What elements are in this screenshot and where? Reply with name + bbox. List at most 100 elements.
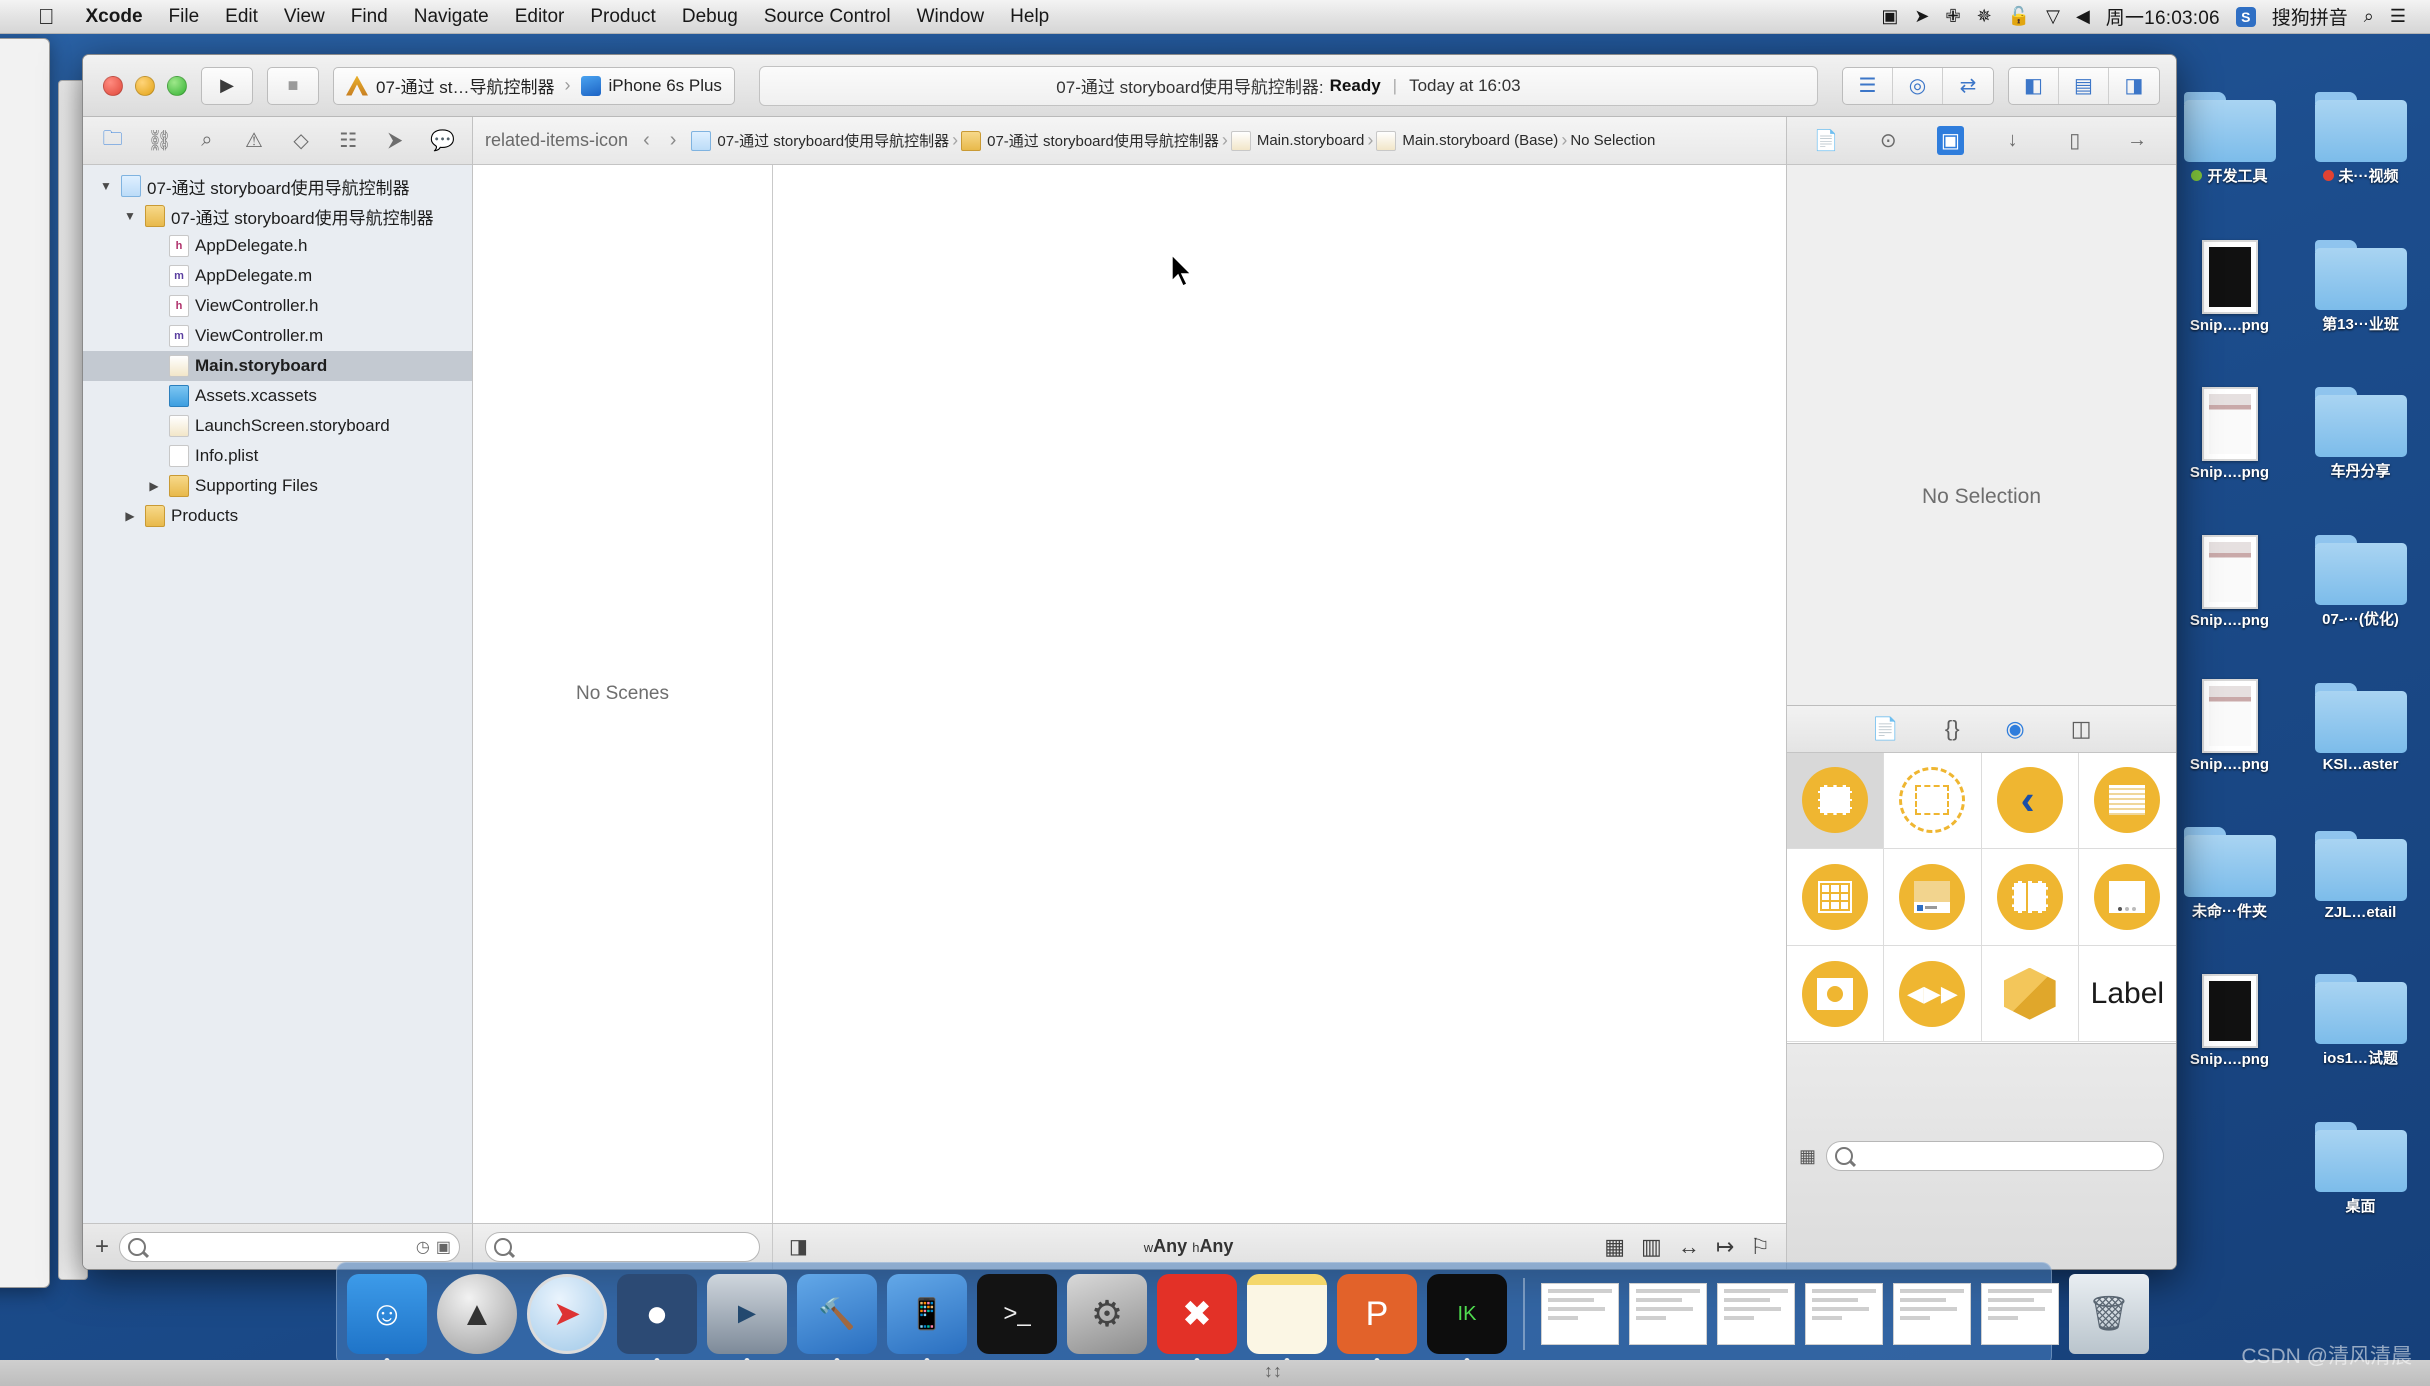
menu-item-xcode[interactable]: Xcode — [73, 6, 156, 28]
auto-layout-embed-icon[interactable]: ▥ — [1641, 1234, 1662, 1260]
activity-status-bar[interactable]: 07-通过 storyboard使用导航控制器: Ready | Today a… — [758, 65, 1818, 106]
auto-layout-align-icon[interactable]: ↔ — [1678, 1234, 1700, 1260]
minimized-window-4[interactable] — [1805, 1283, 1883, 1345]
file-inspector-tab[interactable]: 📄 — [1795, 128, 1857, 153]
menu-bar-clock[interactable]: 周一16:03:06 — [2106, 3, 2220, 30]
navigator-row[interactable]: ▶ Supporting Files — [83, 471, 472, 501]
disclosure-triangle-icon[interactable]: ▼ — [97, 179, 115, 193]
toggle-utilities-button[interactable]: ◨ — [2109, 68, 2159, 104]
window-traffic-lights[interactable] — [99, 75, 187, 96]
breadcrumb-item[interactable]: 07-通过 storyboard使用导航控制器 — [691, 130, 949, 151]
split-view-controller-object[interactable] — [1981, 849, 2079, 946]
minimized-window-3[interactable] — [1717, 1283, 1795, 1345]
airplay-icon[interactable]: ✵ — [1977, 6, 1992, 27]
object-cube[interactable] — [1981, 945, 2079, 1043]
volume-icon[interactable]: ◀ — [2076, 6, 2090, 27]
modified-filter-icon[interactable]: ▣ — [436, 1237, 451, 1257]
quicktime-dock-icon[interactable]: ► — [707, 1274, 787, 1363]
macos-menu-bar[interactable]:  XcodeFileEditViewFindNavigateEditorPro… — [0, 0, 2430, 34]
minimized-window-6[interactable] — [1981, 1283, 2059, 1345]
desktop-icon[interactable]: 07-···(优化) — [2297, 487, 2424, 629]
breadcrumb-item[interactable]: 07-通过 storyboard使用导航控制器 — [961, 130, 1219, 151]
code-snippet-library-tab[interactable]: {} — [1945, 716, 1960, 742]
navigation-controller-object[interactable]: ‹ — [1981, 752, 2079, 850]
minimize-button[interactable] — [135, 75, 155, 96]
minimized-window-2[interactable] — [1629, 1283, 1707, 1345]
breadcrumb[interactable]: 07-通过 storyboard使用导航控制器 › 07-通过 storyboard… — [691, 130, 1655, 151]
desktop-icon[interactable]: 未···视频 — [2297, 44, 2424, 186]
scheme-selector[interactable]: 07-通过 st…导航控制器 › iPhone 6s Plus — [333, 66, 735, 105]
desktop-icon[interactable]: Snip….png — [2166, 635, 2293, 773]
screen-record-icon[interactable]: ▣ — [1881, 6, 1898, 27]
menu-item-source-control[interactable]: Source Control — [751, 6, 904, 28]
navigator-row[interactable]: ▼ 07-通过 storyboard使用导航控制器 — [83, 171, 472, 201]
navigator-row[interactable]: Info.plist — [83, 441, 472, 471]
desktop-icon[interactable]: ZJL…etail — [2297, 779, 2424, 921]
xcode-beta-dock-icon[interactable]: 📱 — [887, 1274, 967, 1363]
storyboard-reference-object[interactable] — [1884, 752, 1982, 850]
show-hide-outline-icon[interactable]: ◨ — [789, 1234, 808, 1259]
symbol-navigator-tab[interactable]: ⌕ — [183, 117, 230, 164]
desktop-icon[interactable] — [2166, 1074, 2293, 1216]
xcode-dock-icon[interactable]: 🔨 — [797, 1274, 877, 1363]
project-navigator-tab[interactable]: 🗀 — [89, 117, 136, 164]
breakpoint-navigator-tab[interactable]: ⮞ — [372, 117, 419, 164]
issue-navigator-tab[interactable]: ⚠ — [230, 117, 277, 164]
attributes-inspector-tab[interactable]: ↓ — [1982, 129, 2044, 152]
disclosure-triangle-icon[interactable]: ▶ — [121, 509, 139, 523]
size-inspector-tab[interactable]: ▯ — [2044, 128, 2106, 153]
spotlight-search-icon[interactable]: ⌕ — [2364, 6, 2374, 27]
menu-bar-status-area[interactable]: ▣ ➤ ✙ ✵ 🔓 ▽ ◀ 周一16:03:06 S 搜狗拼音 ⌕ ☰ — [1881, 3, 2430, 30]
avkit-player-controller-object[interactable]: ◀▶▶ — [1884, 945, 1982, 1043]
breadcrumb-item[interactable]: Main.storyboard (Base) — [1376, 130, 1558, 151]
bluetooth-icon[interactable]: ✙ — [1945, 6, 1960, 27]
toggle-navigator-button[interactable]: ◧ — [2009, 67, 2059, 104]
trash-dock-icon[interactable]: 🗑 — [2069, 1274, 2149, 1354]
related-items-icon[interactable]: related-items-icon — [485, 130, 628, 151]
label-object[interactable]: Label — [2078, 946, 2176, 1043]
standard-editor-button[interactable]: ☰ — [1843, 67, 1893, 104]
forward-arrow-icon[interactable]: › — [665, 129, 682, 152]
system-preferences-dock-icon[interactable]: ⚙ — [1067, 1274, 1147, 1354]
menu-item-edit[interactable]: Edit — [212, 6, 271, 28]
document-outline-pane[interactable]: No Scenes — [473, 165, 773, 1223]
menu-item-help[interactable]: Help — [997, 6, 1062, 28]
desktop-icon[interactable]: Snip….png — [2166, 340, 2293, 481]
breadcrumb-item[interactable]: Main.storyboard — [1230, 130, 1364, 151]
finder-dock-icon[interactable]: ☺ — [347, 1274, 427, 1363]
notification-center-icon[interactable]: ☰ — [2390, 6, 2406, 27]
library-filter-input[interactable] — [1826, 1141, 2164, 1172]
desktop-icon[interactable]: KSI…aster — [2297, 635, 2424, 773]
auto-layout-pin-icon[interactable]: ↦ — [1716, 1234, 1734, 1260]
report-navigator-tab[interactable]: 💬 — [419, 117, 466, 164]
navigator-row[interactable]: LaunchScreen.storyboard — [83, 411, 472, 441]
outline-filter-input[interactable] — [485, 1231, 760, 1262]
desktop-icon[interactable]: Snip….png — [2166, 927, 2293, 1068]
input-method-label[interactable]: 搜狗拼音 — [2272, 3, 2348, 30]
sublime-dock-icon[interactable]: P — [1337, 1274, 1417, 1363]
size-class-label[interactable]: wAny hAny — [1144, 1236, 1234, 1257]
quick-help-inspector-tab[interactable]: ⊙ — [1857, 128, 1919, 153]
test-navigator-tab[interactable]: ◇ — [278, 117, 325, 164]
tab-bar-controller-object[interactable] — [1884, 849, 1982, 946]
desktop-icon[interactable]: Snip….png — [2166, 192, 2293, 334]
navigator-row[interactable]: m AppDelegate.m — [83, 261, 472, 291]
desktop-icon[interactable]: 车丹分享 — [2297, 340, 2424, 482]
run-button[interactable]: ▶ — [201, 66, 253, 105]
toggle-debug-area-button[interactable]: ▤ — [2059, 67, 2109, 104]
storyboard-canvas[interactable] — [773, 165, 1786, 1223]
xcode-window[interactable]: ▶ ■ 07-通过 st…导航控制器 › iPhone 6s Plus 07-通… — [82, 54, 2177, 1270]
navigator-row[interactable]: Assets.xcassets — [83, 381, 472, 411]
close-button[interactable] — [103, 75, 123, 96]
debug-navigator-tab[interactable]: ☷ — [325, 117, 372, 164]
desktop-icon[interactable]: 开发工具 — [2166, 44, 2293, 186]
navigator-row[interactable]: ▼ 07-通过 storyboard使用导航控制器 — [83, 201, 472, 231]
auto-layout-toolbar[interactable]: ▦ ▥ ↔ ↦ ⚐ — [1604, 1234, 1786, 1260]
breadcrumb-item[interactable]: No Selection — [1570, 132, 1655, 149]
mouse-app-dock-icon[interactable]: ● — [617, 1274, 697, 1363]
launchpad-dock-icon[interactable]: ▲ — [437, 1274, 517, 1354]
input-method-badge-icon[interactable]: S — [2235, 6, 2256, 27]
page-view-controller-object[interactable] — [2078, 849, 2176, 946]
navigator-row[interactable]: h AppDelegate.h — [83, 231, 472, 261]
object-library-grid[interactable]: ‹ ◀▶▶ Label — [1787, 752, 2176, 1043]
